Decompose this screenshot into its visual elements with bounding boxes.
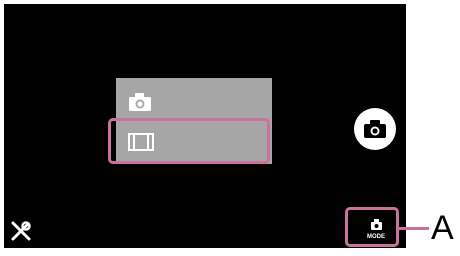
camera-icon: [129, 93, 151, 111]
shutter-button[interactable]: [354, 108, 396, 150]
callout-line: [399, 227, 429, 230]
settings-button[interactable]: [10, 220, 32, 242]
movie-highlight-frame: [108, 118, 270, 164]
menu-item-still-image[interactable]: [116, 82, 272, 120]
callout-letter: A: [431, 209, 454, 247]
camera-icon: [364, 120, 386, 138]
tools-icon: [11, 221, 31, 241]
callout-a-frame: [345, 207, 399, 247]
